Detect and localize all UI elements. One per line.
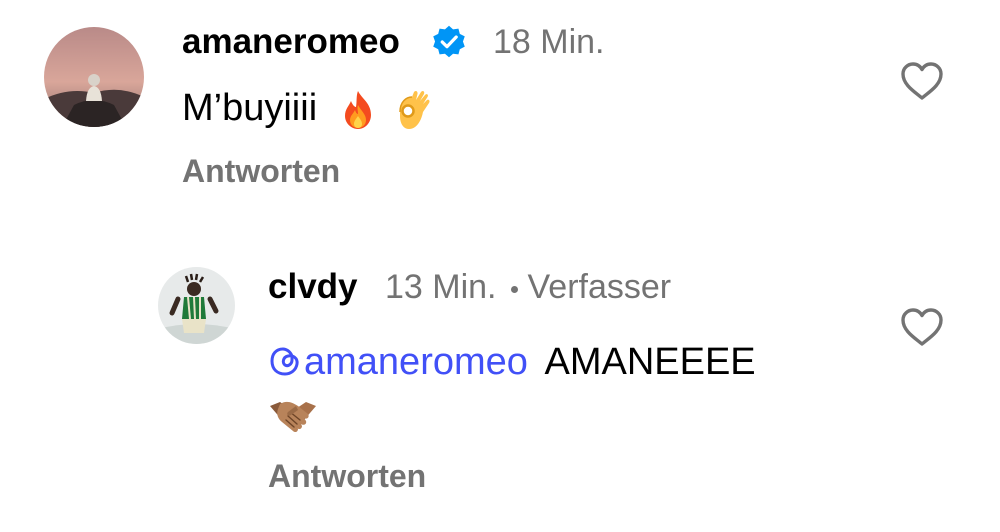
verified-badge-icon <box>433 25 465 58</box>
handshake-emoji-icon <box>270 401 316 433</box>
avatar[interactable] <box>44 27 144 127</box>
reply-text-content: AMANEEEE <box>544 341 756 383</box>
reply-item: clvdy 13 Min. Verfasser amaneromeo AMANEE… <box>0 240 1000 520</box>
reply-avatar[interactable] <box>158 267 235 344</box>
mention-link[interactable]: amaneromeo <box>268 341 528 383</box>
avatar-image <box>44 27 144 127</box>
reply-text: amaneromeo AMANEEEE <box>268 338 756 386</box>
author-label: Verfasser <box>527 268 672 306</box>
reply-avatar-image <box>158 267 235 344</box>
reply-emoji-line <box>268 388 318 436</box>
ok-hand-emoji-icon <box>399 90 430 129</box>
comment-text-content: M’buyiiii <box>182 87 318 129</box>
reply-reply-button[interactable]: Antworten <box>268 456 426 496</box>
comment-username[interactable]: amaneromeo <box>182 22 400 62</box>
reply-username[interactable]: clvdy <box>268 267 358 307</box>
separator-dot <box>510 285 518 293</box>
reply-meta: 13 Min. Verfasser <box>385 267 671 307</box>
comment-text: M’buyiiii <box>182 84 436 132</box>
threads-mention-icon <box>270 347 299 376</box>
reply-timestamp: 13 Min. <box>385 268 497 306</box>
like-heart-icon[interactable] <box>899 306 945 348</box>
comment-timestamp: 18 Min. <box>493 23 605 61</box>
like-heart-icon[interactable] <box>899 60 945 102</box>
comment-item: amaneromeo 18 Min. M’buyiiii Antworten <box>0 0 1000 210</box>
fire-emoji-icon <box>344 90 371 129</box>
mention-username: amaneromeo <box>304 341 528 383</box>
comment-reply-button[interactable]: Antworten <box>182 151 340 191</box>
